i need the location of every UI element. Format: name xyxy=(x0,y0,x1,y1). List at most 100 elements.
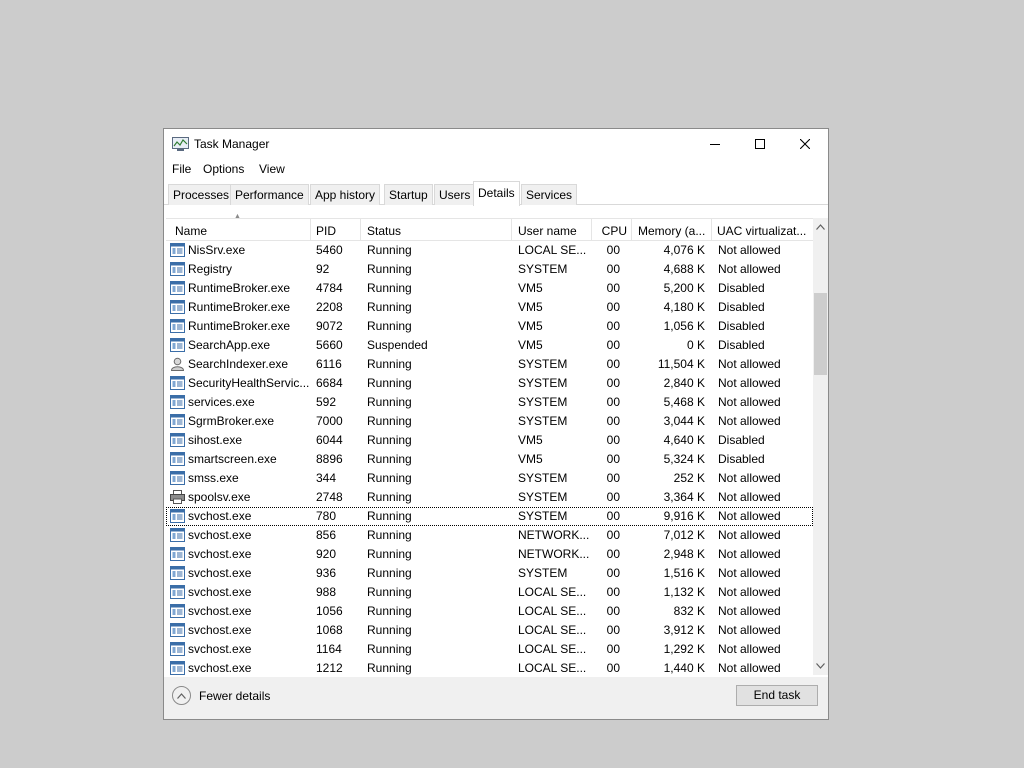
process-pid: 9072 xyxy=(316,319,343,333)
column-header-memory[interactable]: Memory (a... xyxy=(632,219,712,241)
column-header-name[interactable]: Name xyxy=(166,219,311,241)
column-header-uac-virtualization[interactable]: UAC virtualizat... xyxy=(712,219,811,241)
process-name: SearchApp.exe xyxy=(188,338,271,352)
window-icon xyxy=(170,623,185,637)
table-row[interactable]: svchost.exe 988 Running LOCAL SE... 00 1,132 … xyxy=(166,583,813,602)
window-icon xyxy=(170,509,185,523)
process-user-name: SYSTEM xyxy=(518,376,568,390)
process-user-name: NETWORK... xyxy=(518,547,590,561)
process-memory: 5,324 K xyxy=(663,452,705,466)
process-memory: 3,044 K xyxy=(663,414,705,428)
table-row[interactable]: svchost.exe 1164 Running LOCAL SE... 00 1,292… xyxy=(166,640,813,659)
process-name: SgrmBroker.exe xyxy=(188,414,275,428)
menu-options[interactable]: Options xyxy=(203,162,244,176)
table-row[interactable]: RuntimeBroker.exe 9072 Running VM5 00 1,056 K… xyxy=(166,317,813,336)
menu-file[interactable]: File xyxy=(172,162,191,176)
tab-users[interactable]: Users xyxy=(434,184,476,205)
process-uac-virtualization: Not allowed xyxy=(718,243,781,257)
vertical-scrollbar[interactable] xyxy=(813,218,828,675)
process-cpu: 00 xyxy=(606,661,620,675)
process-table: Name PID Status User name CPU Memory (a.… xyxy=(166,218,813,675)
fewer-details-toggle[interactable]: Fewer details xyxy=(172,686,270,705)
process-memory: 4,180 K xyxy=(663,300,705,314)
process-memory: 3,912 K xyxy=(663,623,705,637)
process-cpu: 00 xyxy=(606,300,620,314)
table-row[interactable]: sihost.exe 6044 Running VM5 00 4,640 K Disable… xyxy=(166,431,813,450)
tab-app-history[interactable]: App history xyxy=(310,184,381,205)
process-uac-virtualization: Not allowed xyxy=(718,395,781,409)
process-cpu: 00 xyxy=(606,509,620,523)
process-cpu: 00 xyxy=(606,414,620,428)
table-row[interactable]: NisSrv.exe 5460 Running LOCAL SE... 00 4,076 … xyxy=(166,241,813,260)
window-icon xyxy=(170,604,185,618)
window-icon xyxy=(170,262,185,276)
table-row[interactable]: RuntimeBroker.exe 4784 Running VM5 00 5,200 K… xyxy=(166,279,813,298)
table-row[interactable]: svchost.exe 936 Running SYSTEM 00 1,516 K Not … xyxy=(166,564,813,583)
table-row[interactable]: svchost.exe 780 Running SYSTEM 00 9,916 K Not … xyxy=(166,507,813,526)
table-row[interactable]: Registry 92 Running SYSTEM 00 4,688 K Not allo… xyxy=(166,260,813,279)
table-row[interactable]: smartscreen.exe 8896 Running VM5 00 5,324 K Di… xyxy=(166,450,813,469)
title-bar[interactable]: Task Manager xyxy=(164,129,828,159)
tab-services[interactable]: Services xyxy=(521,184,578,205)
window-icon xyxy=(170,243,185,257)
column-header-status[interactable]: Status xyxy=(361,219,512,241)
table-row[interactable]: SgrmBroker.exe 7000 Running SYSTEM 00 3,044 K… xyxy=(166,412,813,431)
process-cpu: 00 xyxy=(606,338,620,352)
column-header-pid[interactable]: PID xyxy=(311,219,361,241)
window-icon xyxy=(170,433,185,447)
process-pid: 6684 xyxy=(316,376,343,390)
tab-startup[interactable]: Startup xyxy=(384,184,433,205)
table-row[interactable]: svchost.exe 856 Running NETWORK... 00 7,012 K… xyxy=(166,526,813,545)
process-cpu: 00 xyxy=(606,376,620,390)
table-row[interactable]: spoolsv.exe 2748 Running SYSTEM 00 3,364 K Not… xyxy=(166,488,813,507)
process-name: RuntimeBroker.exe xyxy=(188,281,291,295)
process-name: svchost.exe xyxy=(188,604,252,618)
table-row[interactable]: services.exe 592 Running SYSTEM 00 5,468 K Not… xyxy=(166,393,813,412)
process-user-name: SYSTEM xyxy=(518,509,568,523)
process-pid: 1068 xyxy=(316,623,343,637)
minimize-icon xyxy=(710,144,720,145)
process-pid: 7000 xyxy=(316,414,343,428)
process-uac-virtualization: Not allowed xyxy=(718,376,781,390)
process-name: svchost.exe xyxy=(188,547,252,561)
end-task-button[interactable]: End task xyxy=(736,685,818,706)
process-pid: 920 xyxy=(316,547,337,561)
scroll-up-button[interactable] xyxy=(813,218,828,236)
process-status: Running xyxy=(367,319,412,333)
scrollbar-thumb[interactable] xyxy=(814,293,827,375)
column-header-user-name[interactable]: User name xyxy=(512,219,592,241)
process-name: svchost.exe xyxy=(188,642,252,656)
process-pid: 92 xyxy=(316,262,330,276)
table-row[interactable]: svchost.exe 1212 Running LOCAL SE... 00 1,440… xyxy=(166,659,813,675)
menu-view[interactable]: View xyxy=(259,162,285,176)
process-name: svchost.exe xyxy=(188,528,252,542)
table-row[interactable]: svchost.exe 1056 Running LOCAL SE... 00 832 K… xyxy=(166,602,813,621)
process-memory: 1,132 K xyxy=(663,585,705,599)
minimize-button[interactable] xyxy=(692,129,738,159)
process-uac-virtualization: Disabled xyxy=(718,452,765,466)
process-cpu: 00 xyxy=(606,357,620,371)
table-row[interactable]: svchost.exe 1068 Running LOCAL SE... 00 3,912… xyxy=(166,621,813,640)
process-cpu: 00 xyxy=(606,585,620,599)
scroll-down-button[interactable] xyxy=(813,657,828,675)
process-memory: 1,292 K xyxy=(663,642,705,656)
process-status: Suspended xyxy=(367,338,428,352)
process-pid: 2208 xyxy=(316,300,343,314)
process-status: Running xyxy=(367,357,412,371)
tab-performance[interactable]: Performance xyxy=(230,184,309,205)
process-uac-virtualization: Disabled xyxy=(718,319,765,333)
table-row[interactable]: SecurityHealthServic... 6684 Running SYSTEM… xyxy=(166,374,813,393)
tab-details[interactable]: Details xyxy=(473,181,520,206)
tab-processes[interactable]: Processes xyxy=(168,184,235,205)
table-row[interactable]: SearchIndexer.exe 6116 Running SYSTEM 00 11,5… xyxy=(166,355,813,374)
process-pid: 780 xyxy=(316,509,337,523)
close-button[interactable] xyxy=(782,129,828,159)
close-icon xyxy=(800,139,810,149)
table-row[interactable]: RuntimeBroker.exe 2208 Running VM5 00 4,180 K… xyxy=(166,298,813,317)
process-status: Running xyxy=(367,262,412,276)
table-row[interactable]: smss.exe 344 Running SYSTEM 00 252 K Not allow… xyxy=(166,469,813,488)
column-header-cpu[interactable]: CPU xyxy=(592,219,632,241)
maximize-button[interactable] xyxy=(737,129,783,159)
table-row[interactable]: svchost.exe 920 Running NETWORK... 00 2,948 K… xyxy=(166,545,813,564)
table-row[interactable]: SearchApp.exe 5660 Suspended VM5 00 0 K Disabl… xyxy=(166,336,813,355)
